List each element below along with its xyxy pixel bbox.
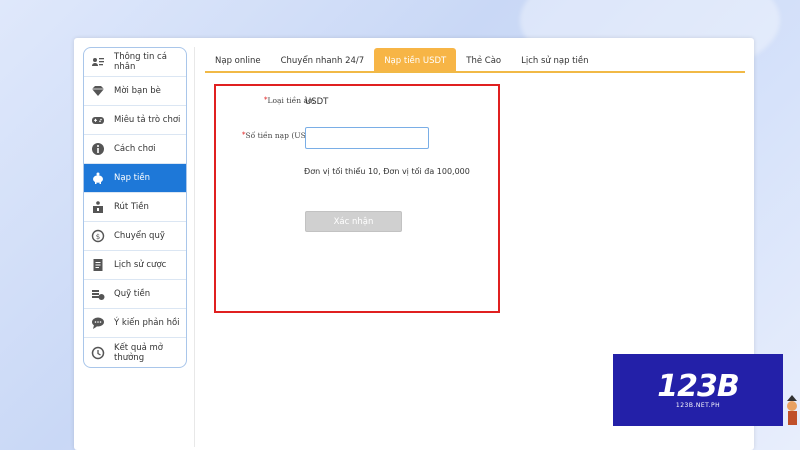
sidebar-item-label: Thông tin cá nhân [114,52,167,72]
content-divider [194,47,195,447]
mascot-icon [784,392,800,436]
sidebar-item-how-to-play[interactable]: Cách chơi [84,135,186,164]
result-history-icon [91,346,105,360]
piggy-bank-icon [91,171,105,185]
sidebar-item-label: Miêu tả trò chơi [114,115,181,125]
gamepad-icon [91,113,105,127]
feedback-icon [91,316,105,330]
sidebar-item-label: Kết quả mở thưởng [114,342,164,363]
confirm-button[interactable]: Xác nhận [305,211,402,232]
info-icon [91,142,105,156]
svg-text:$: $ [96,233,100,241]
account-sidebar: Thông tin cá nhân Mời bạn bè Miêu tả trò… [83,47,187,368]
sidebar-item-label: Rút Tiền [114,202,149,212]
diamond-icon [91,84,105,98]
sidebar-item-transfer[interactable]: $ Chuyển quỹ [84,222,186,251]
sidebar-item-feedback[interactable]: Ý kiến phản hồi [84,309,186,338]
sidebar-item-fund[interactable]: Quỹ tiền [84,280,186,309]
logo-subtext: 123B.NET.PH [675,401,721,409]
sidebar-item-profile[interactable]: Thông tin cá nhân [84,48,186,77]
tabs-underline [205,71,745,73]
sidebar-item-bet-history[interactable]: Lịch sử cược [84,251,186,280]
tab-online-deposit[interactable]: Nạp online [205,48,271,73]
sidebar-item-withdraw[interactable]: Rút Tiền [84,193,186,222]
sidebar-item-label: Quỹ tiền [114,289,151,299]
tab-scratch-card[interactable]: Thẻ Cào [456,48,511,73]
sidebar-item-draw-results[interactable]: Kết quả mở thưởng [84,338,186,367]
profile-card-icon [91,55,105,69]
sidebar-item-label: Nạp tiền [114,173,150,183]
currency-value: USDT [305,97,329,107]
transfer-icon: $ [91,229,105,243]
coins-icon [91,287,105,301]
sidebar-item-invite[interactable]: Mời bạn bè [84,77,186,106]
sidebar-item-label: Cách chơi [114,144,156,154]
tab-usdt-deposit[interactable]: Nạp tiền USDT [374,48,457,73]
sidebar-item-label: Ý kiến phản hồi [114,318,180,328]
usdt-form-highlight [214,84,500,313]
withdraw-icon [91,200,105,214]
sidebar-item-label: Mời bạn bè [114,86,161,96]
amount-input[interactable] [305,127,429,149]
logo-text: 123B [657,368,739,404]
tab-deposit-history[interactable]: Lịch sử nạp tiền [511,48,598,73]
sidebar-item-deposit[interactable]: Nạp tiền [84,164,186,193]
deposit-tabs: Nạp online Chuyển nhanh 24/7 Nạp tiền US… [205,48,745,73]
amount-hint: Đơn vị tối thiểu 10, Đơn vị tối đa 100,0… [304,167,470,176]
sidebar-item-label: Lịch sử cược [114,260,167,270]
sidebar-item-game-description[interactable]: Miêu tả trò chơi [84,106,186,135]
sidebar-item-label: Chuyển quỹ [114,231,165,241]
tab-fast-transfer[interactable]: Chuyển nhanh 24/7 [271,48,375,73]
brand-logo: 123B 123B.NET.PH [613,354,783,426]
history-doc-icon [91,258,105,272]
